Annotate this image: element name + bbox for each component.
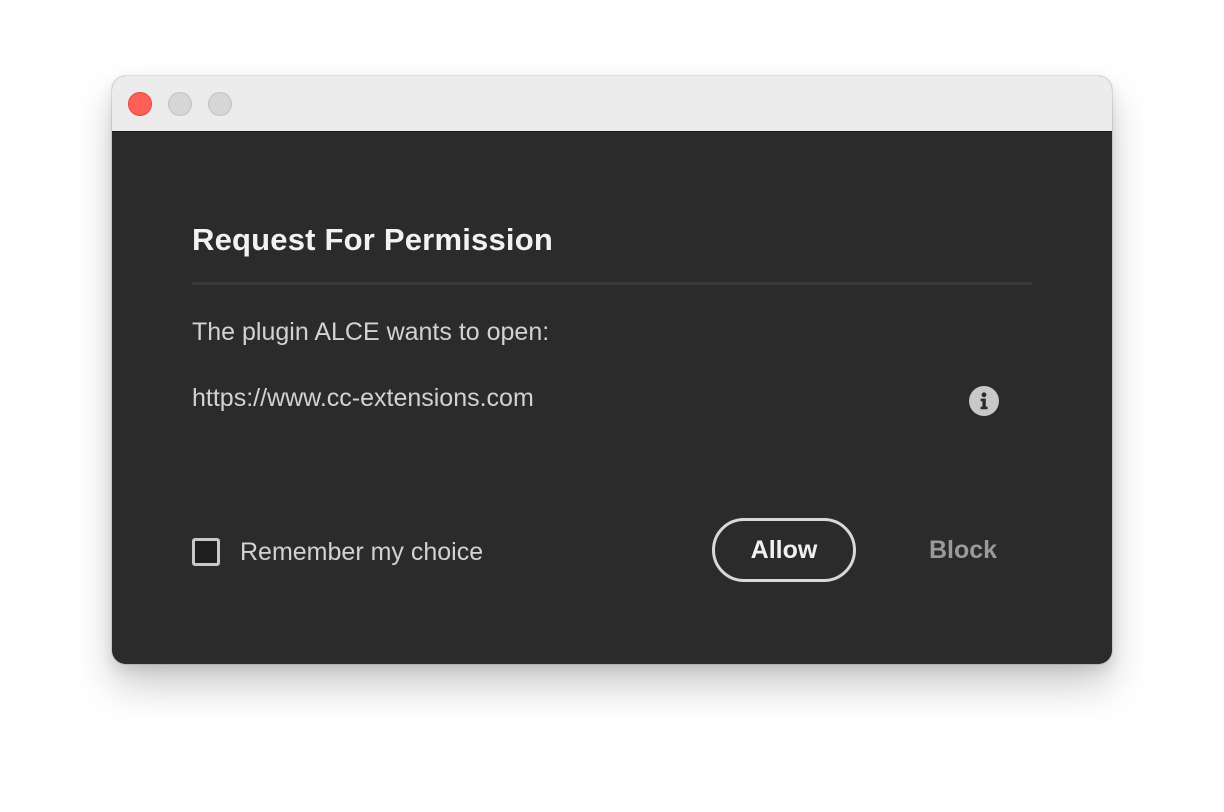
dialog-title: Request For Permission xyxy=(192,222,553,257)
info-glyph xyxy=(980,392,988,410)
maximize-window-button[interactable] xyxy=(208,92,232,116)
close-window-button[interactable] xyxy=(128,92,152,116)
permission-prompt: The plugin ALCE wants to open: xyxy=(192,318,550,346)
title-divider xyxy=(192,282,1032,285)
block-button[interactable]: Block xyxy=(908,518,1018,582)
screen: Request For Permission The plugin ALCE w… xyxy=(0,0,1224,812)
requested-url: https://www.cc-extensions.com xyxy=(192,384,534,412)
remember-choice-checkbox[interactable] xyxy=(192,538,220,566)
remember-choice-option[interactable]: Remember my choice xyxy=(192,536,483,568)
remember-choice-label: Remember my choice xyxy=(240,537,484,566)
allow-button[interactable]: Allow xyxy=(712,518,856,582)
info-icon[interactable] xyxy=(969,386,999,416)
window-titlebar xyxy=(112,76,1112,132)
permission-dialog-window: Request For Permission The plugin ALCE w… xyxy=(112,76,1112,664)
dialog-content: Request For Permission The plugin ALCE w… xyxy=(112,132,1112,664)
minimize-window-button[interactable] xyxy=(168,92,192,116)
